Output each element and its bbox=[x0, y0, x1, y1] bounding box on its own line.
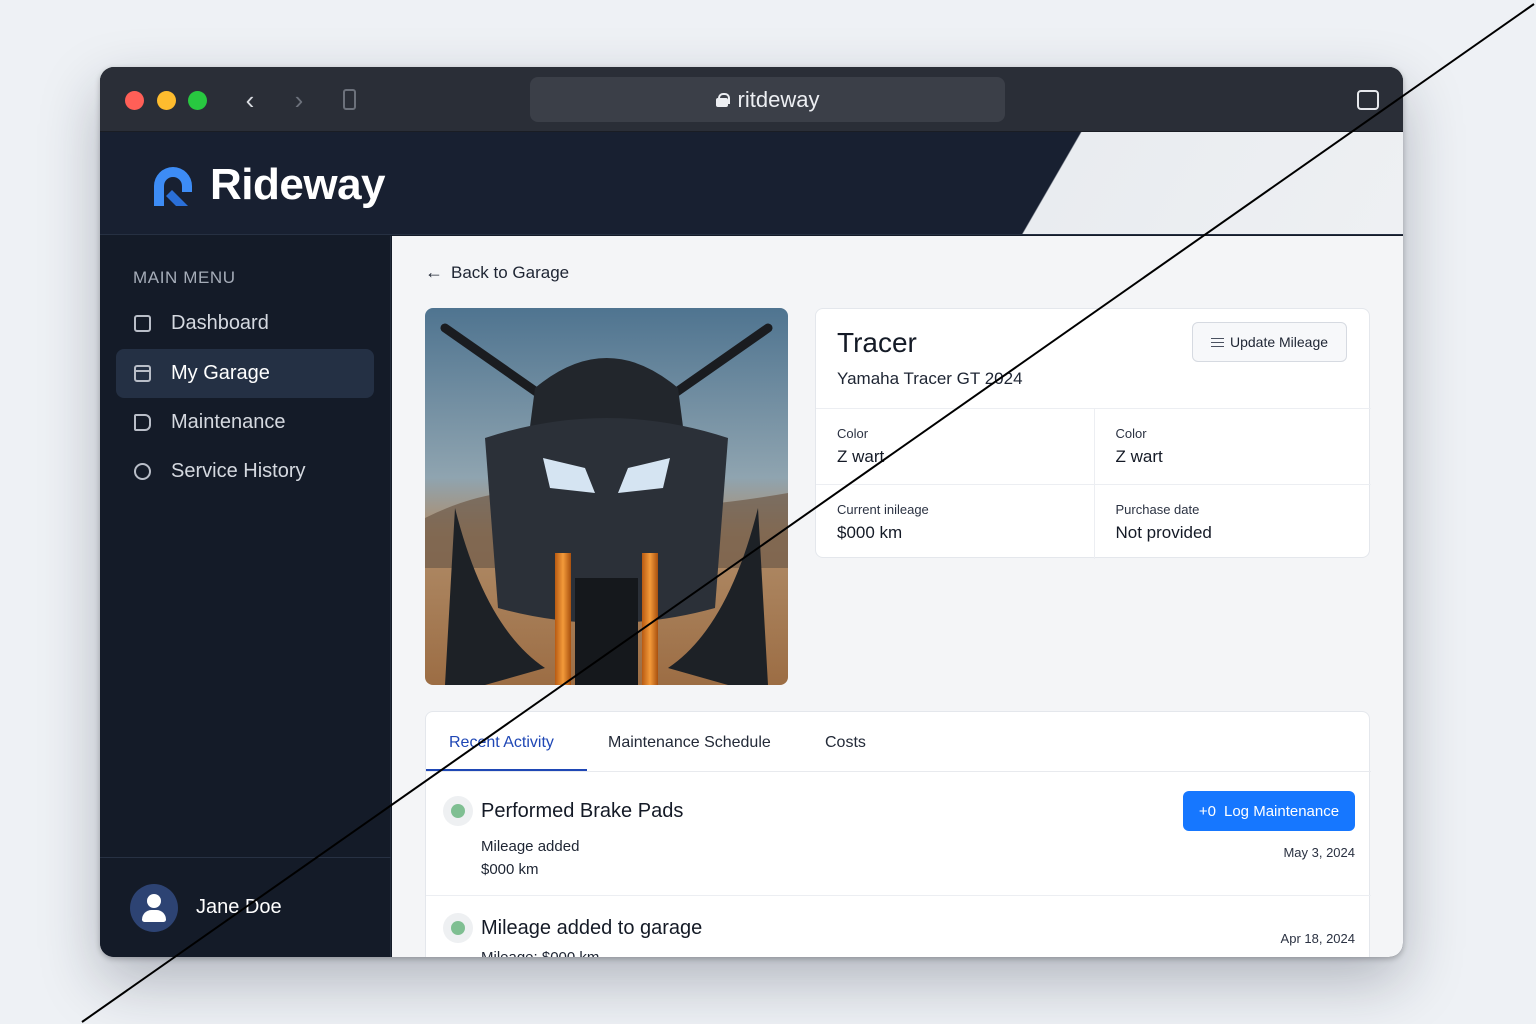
detail-current-mileage: Current inileage $000 km bbox=[816, 484, 1094, 559]
forward-chevron-icon[interactable]: › bbox=[284, 85, 314, 115]
avatar[interactable] bbox=[130, 883, 178, 932]
sidebar-item-label: Maintenance bbox=[171, 411, 286, 433]
tab-bar: Recent Activity Maintenance Schedule Cos… bbox=[426, 712, 1371, 772]
detail-color: Color Z wart bbox=[816, 409, 1094, 484]
url-text: ritdeway bbox=[737, 86, 820, 112]
sidebar-item-my-garage[interactable]: My Garage bbox=[116, 349, 374, 398]
plus-icon: +0 bbox=[1198, 802, 1216, 820]
sidebar-item-service-history[interactable]: Service History bbox=[116, 447, 374, 496]
tab-maintenance-schedule[interactable]: Maintenance Schedule bbox=[608, 734, 771, 752]
status-dot-icon bbox=[443, 913, 473, 943]
vehicle-model: Yamaha Tracer GT 2024 bbox=[837, 369, 1023, 388]
log-maintenance-button[interactable]: +0 Log Maintenance bbox=[1183, 791, 1355, 831]
rideway-logo-icon[interactable] bbox=[148, 162, 198, 208]
activity-title: Mileage added to garage bbox=[481, 917, 703, 939]
menu-heading: MAIN MENU bbox=[133, 268, 236, 287]
vehicle-name: Tracer bbox=[837, 327, 917, 358]
detail-value: Z wart bbox=[1115, 447, 1163, 466]
back-to-garage-link[interactable]: ← Back to Garage bbox=[425, 262, 569, 283]
brand-name[interactable]: Rideway bbox=[210, 160, 386, 210]
detail-label: Purchase date bbox=[1115, 502, 1200, 517]
app-header: Rideway bbox=[100, 132, 1403, 235]
status-dot-icon bbox=[443, 796, 473, 826]
sidebar-item-label: Service History bbox=[171, 460, 306, 482]
user-name: Jane Doe bbox=[196, 896, 282, 918]
document-icon bbox=[134, 414, 151, 431]
detail-purchase-date: Purchase date Not provided bbox=[1093, 484, 1371, 559]
history-icon bbox=[134, 463, 151, 480]
activity-date: Apr 18, 2024 bbox=[1280, 931, 1355, 946]
address-bar[interactable]: ritdeway bbox=[530, 77, 1005, 122]
sidebar: MAIN MENU Dashboard My Garage Maintenanc… bbox=[100, 236, 391, 957]
vehicle-details-grid: Color Z wart Color Z wart Current inilea… bbox=[816, 408, 1372, 559]
tab-costs[interactable]: Costs bbox=[825, 734, 866, 752]
detail-label: Color bbox=[837, 426, 869, 441]
activity-item: Performed Brake Pads Mileage added $000 … bbox=[426, 772, 1371, 892]
update-mileage-button[interactable]: Update Mileage bbox=[1192, 322, 1347, 362]
garage-icon bbox=[134, 365, 151, 382]
sidebar-item-label: Dashboard bbox=[171, 312, 269, 334]
detail-color-2: Color Z wart bbox=[1093, 409, 1372, 484]
sliders-icon bbox=[1210, 337, 1224, 348]
detail-label: Color bbox=[1115, 426, 1147, 441]
close-window-button[interactable] bbox=[125, 91, 144, 110]
detail-value: Not provided bbox=[1115, 523, 1212, 542]
motorcycle-photo bbox=[425, 308, 788, 685]
update-mileage-label: Update Mileage bbox=[1229, 334, 1329, 350]
back-chevron-icon[interactable]: ‹ bbox=[235, 85, 265, 115]
sidebar-item-dashboard[interactable]: Dashboard bbox=[116, 299, 374, 348]
minimize-window-button[interactable] bbox=[157, 91, 176, 110]
browser-titlebar: ‹ › ritdeway bbox=[100, 67, 1403, 132]
activity-title: Performed Brake Pads bbox=[481, 800, 684, 822]
activity-item: Mileage added to garage Mileage: $000 km… bbox=[426, 895, 1371, 957]
log-maintenance-label: Log Maintenance bbox=[1224, 802, 1340, 820]
detail-value: $000 km bbox=[837, 523, 903, 542]
sidebar-toggle-icon[interactable] bbox=[1357, 90, 1379, 110]
vehicle-info-card: Tracer Yamaha Tracer GT 2024 Update Mile… bbox=[815, 308, 1372, 559]
maximize-window-button[interactable] bbox=[188, 91, 207, 110]
sidebar-item-maintenance[interactable]: Maintenance bbox=[116, 398, 374, 447]
main-content: ← Back to Garage Tracer Yamaha Tracer GT… bbox=[392, 236, 1403, 957]
user-profile[interactable]: Jane Doe bbox=[100, 857, 391, 957]
detail-label: Current inileage bbox=[837, 502, 929, 517]
activity-date: May 3, 2024 bbox=[1283, 845, 1355, 860]
tab-overview-icon[interactable] bbox=[343, 89, 356, 110]
browser-window: ‹ › ritdeway Rideway MAIN MENU Dashboard… bbox=[100, 67, 1403, 957]
dashboard-icon bbox=[134, 315, 151, 332]
activity-detail: Mileage added bbox=[481, 838, 580, 855]
sidebar-item-label: My Garage bbox=[171, 362, 270, 384]
activity-card: Recent Activity Maintenance Schedule Cos… bbox=[425, 711, 1371, 957]
activity-detail: $000 km bbox=[481, 861, 539, 878]
activity-detail: Mileage: $000 km bbox=[481, 949, 599, 957]
back-link-label: Back to Garage bbox=[451, 262, 570, 282]
tab-recent-activity[interactable]: Recent Activity bbox=[449, 734, 554, 752]
arrow-left-icon: ← bbox=[425, 262, 443, 282]
detail-value: Z wart bbox=[837, 447, 885, 466]
active-tab-indicator bbox=[426, 769, 587, 771]
lock-icon bbox=[715, 92, 730, 107]
